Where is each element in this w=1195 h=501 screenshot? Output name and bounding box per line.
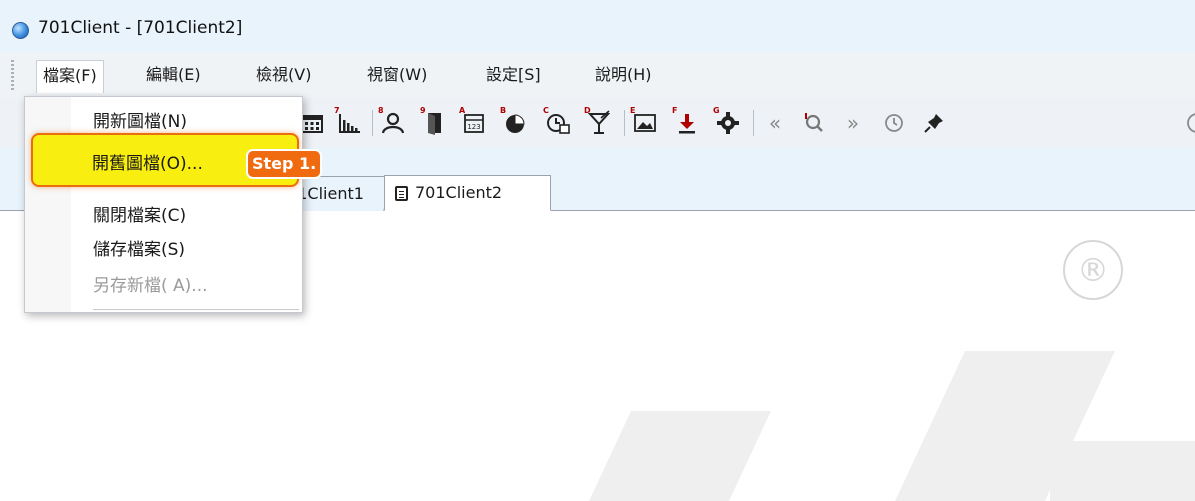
menu-window[interactable]: 視窗(W) (361, 60, 433, 90)
cocktail-icon[interactable]: D (584, 106, 614, 138)
menubar-grip[interactable] (11, 60, 14, 90)
watermark-shape (1050, 441, 1195, 501)
document-icon (395, 186, 408, 201)
menu-bar: 檔案(F) 編輯(E) 檢視(V) 視窗(W) 設定[S] 說明(H) (0, 52, 1195, 98)
toolbar-separator (753, 110, 754, 136)
menu-edit[interactable]: 編輯(E) (140, 60, 207, 90)
menu-item-save[interactable]: 儲存檔案(S) (93, 235, 185, 260)
menu-gutter (25, 97, 71, 312)
window-title: 701Client - [701Client2] (38, 18, 243, 38)
pin-icon[interactable] (919, 108, 949, 138)
toolbar-separator (624, 110, 625, 136)
history-icon[interactable] (879, 108, 909, 138)
watermark-shape (589, 411, 771, 501)
menu-item-save-as: 另存新檔( A)... (93, 276, 208, 296)
pie-clock-icon[interactable]: B (500, 106, 530, 138)
menu-help[interactable]: 說明(H) (589, 60, 658, 90)
menu-view[interactable]: 檢視(V) (250, 60, 317, 90)
file-menu-dropdown: 開新圖檔(N) 關閉檔案(C) 儲存檔案(S) 另存新檔( A)... (24, 96, 303, 313)
gear-icon[interactable]: G (713, 106, 743, 138)
toolbar-separator (372, 110, 373, 136)
step-badge: Step 1. (246, 149, 323, 179)
svg-text:123: 123 (467, 123, 480, 131)
bar-chart-icon[interactable]: 7 (334, 106, 364, 138)
registered-mark: ® (1063, 240, 1123, 300)
download-icon[interactable]: F (672, 106, 702, 138)
refresh-icon[interactable] (1178, 108, 1195, 138)
menu-separator (93, 309, 299, 310)
app-icon (12, 22, 29, 39)
menu-item-new[interactable]: 開新圖檔(N) (93, 107, 187, 132)
double-left-icon[interactable]: « (760, 108, 790, 138)
users-icon[interactable]: 8 (378, 106, 408, 138)
title-bar: 701Client - [701Client2] (0, 0, 1195, 52)
menu-settings[interactable]: 設定[S] (480, 60, 547, 90)
schedule-icon[interactable]: C (543, 106, 573, 138)
double-right-icon[interactable]: » (838, 108, 868, 138)
door-icon[interactable]: 9 (420, 106, 450, 138)
menu-item-close[interactable]: 關閉檔案(C) (93, 201, 186, 226)
menu-file[interactable]: 檔案(F) (36, 60, 104, 93)
counter-icon[interactable]: A 123 (459, 106, 489, 138)
tab-701client2[interactable]: 701Client2 (384, 175, 551, 211)
search-icon[interactable] (799, 108, 829, 138)
menu-item-open[interactable]: 開舊圖檔(O)... (92, 149, 203, 174)
image-icon[interactable]: E (630, 106, 660, 138)
